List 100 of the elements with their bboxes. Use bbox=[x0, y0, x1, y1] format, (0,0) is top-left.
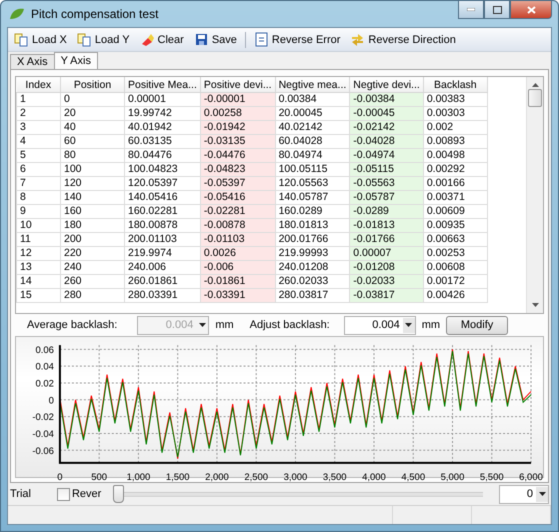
x-tick-label: 1,500 bbox=[166, 472, 190, 483]
table-cell: 0.00384 bbox=[275, 92, 350, 106]
table-cell: 100.04823 bbox=[124, 162, 200, 176]
table-cell: -0.0289 bbox=[350, 204, 424, 218]
caret-icon bbox=[198, 323, 206, 327]
tab[interactable]: Y Axis bbox=[54, 52, 98, 69]
toolbar-button[interactable]: Clear bbox=[138, 31, 186, 48]
table-cell: 6 bbox=[16, 162, 60, 176]
table-cell: 180.01813 bbox=[275, 218, 350, 232]
table-cell: 120.05563 bbox=[275, 176, 350, 190]
table-cell: 9 bbox=[16, 204, 60, 218]
table-cell: 0.00371 bbox=[423, 190, 488, 204]
slider[interactable] bbox=[113, 485, 483, 503]
toolbar-button[interactable]: Reverse Direction bbox=[348, 31, 458, 48]
tab[interactable]: X Axis bbox=[10, 54, 55, 69]
scrollbar[interactable] bbox=[526, 77, 543, 313]
table-cell: 19.99742 bbox=[124, 106, 200, 120]
table-cell: 260 bbox=[60, 274, 124, 288]
table-cell: 100 bbox=[60, 162, 124, 176]
x-tick-label: 4,000 bbox=[362, 472, 386, 483]
table-cell: 80 bbox=[60, 148, 124, 162]
checkbox[interactable] bbox=[56, 488, 70, 500]
column-header[interactable]: Negtive mea... bbox=[275, 77, 350, 92]
arrows-icon bbox=[350, 32, 366, 47]
table-cell: -0.05416 bbox=[200, 190, 276, 204]
table-cell: -0.05397 bbox=[200, 176, 276, 190]
table-cell: -0.01861 bbox=[200, 274, 276, 288]
table-cell: 180 bbox=[60, 218, 124, 232]
table-cell: -0.05115 bbox=[350, 162, 424, 176]
table-cell: -0.01208 bbox=[350, 260, 424, 274]
trial-spin-field[interactable]: 0 bbox=[499, 484, 549, 504]
maximize-button[interactable] bbox=[484, 1, 510, 19]
table-cell: 7 bbox=[16, 176, 60, 190]
column-header[interactable]: Negtive devi... bbox=[350, 77, 424, 92]
y-tick-label: -0.06 bbox=[32, 446, 54, 457]
toolbar-button[interactable]: Save bbox=[192, 31, 239, 48]
table-cell: 60 bbox=[60, 134, 124, 148]
table-cell: 0.00426 bbox=[423, 288, 488, 302]
table-cell: 0.00303 bbox=[423, 106, 488, 120]
scrollbar-thumb[interactable] bbox=[528, 89, 542, 107]
table-cell: 8 bbox=[16, 190, 60, 204]
adjust-backlash-field[interactable]: 0.004 bbox=[344, 316, 416, 334]
unit-label: mm bbox=[215, 319, 234, 331]
table-cell: 0.00609 bbox=[423, 204, 488, 218]
table-cell: -0.04974 bbox=[350, 148, 424, 162]
table-cell: 260.01861 bbox=[124, 274, 200, 288]
table-cell: 0.00608 bbox=[423, 260, 488, 274]
table-cell: 0.00893 bbox=[423, 134, 488, 148]
eraser-icon bbox=[140, 32, 155, 47]
column-header[interactable]: Positive devi... bbox=[200, 77, 276, 92]
window-title: Pitch compensation test bbox=[31, 7, 160, 21]
minimize-icon bbox=[467, 8, 475, 11]
checkbox-label: Rever bbox=[72, 488, 102, 500]
modify-button[interactable]: Modify bbox=[446, 316, 508, 334]
table-cell: -0.05787 bbox=[350, 190, 424, 204]
toolbar-button[interactable]: Reverse Error bbox=[252, 31, 342, 48]
table-cell: 219.99993 bbox=[275, 246, 350, 260]
x-tick-label: 5,500 bbox=[480, 472, 504, 483]
trial-label: Trial bbox=[10, 488, 31, 500]
table-cell: 3 bbox=[16, 120, 60, 134]
y-tick-label: -0.02 bbox=[32, 412, 54, 424]
table-cell: 40.02142 bbox=[275, 120, 350, 134]
table-cell: 240.006 bbox=[124, 260, 200, 274]
table-cell: 140 bbox=[60, 190, 124, 204]
close-icon bbox=[526, 6, 536, 14]
toolbar-button[interactable]: Load X bbox=[12, 31, 69, 48]
table-cell: 140.05787 bbox=[275, 190, 350, 204]
y-tick-label: 0.06 bbox=[36, 344, 54, 356]
table-cell: 14 bbox=[16, 274, 60, 288]
x-tick-label: 500 bbox=[91, 472, 108, 483]
caret-icon bbox=[538, 492, 546, 496]
table-cell: 20.00045 bbox=[275, 106, 350, 120]
column-header[interactable]: Index bbox=[16, 77, 60, 92]
close-button[interactable] bbox=[510, 1, 552, 19]
slider-thumb[interactable] bbox=[113, 485, 124, 503]
field-label: Average backlash: bbox=[27, 319, 118, 331]
table-cell: -0.03391 bbox=[200, 288, 276, 302]
y-tick-label: -0.04 bbox=[32, 428, 54, 440]
table-cell: -0.006 bbox=[200, 260, 276, 274]
unit-label: mm bbox=[422, 319, 440, 331]
table-cell: 0.002 bbox=[423, 120, 488, 134]
toolbar-button[interactable]: Load Y bbox=[74, 31, 132, 48]
table-cell: 20 bbox=[60, 106, 124, 120]
x-tick-label: 3,000 bbox=[284, 472, 308, 483]
table-cell: 1 bbox=[16, 92, 60, 106]
table-cell: 10 bbox=[16, 218, 60, 232]
table-cell: 0.00292 bbox=[423, 162, 488, 176]
table-cell: 200.01766 bbox=[275, 232, 350, 246]
table-cell: -0.02142 bbox=[350, 120, 424, 134]
table-cell: 100.05115 bbox=[275, 162, 350, 176]
document-icon bbox=[254, 32, 269, 47]
x-tick-label: 1,000 bbox=[126, 472, 150, 483]
x-tick-label: 6,000 bbox=[519, 472, 543, 483]
column-header[interactable]: Position bbox=[60, 77, 124, 92]
table-cell: 200.01103 bbox=[124, 232, 200, 246]
minimize-button[interactable] bbox=[458, 1, 484, 19]
column-header[interactable]: Backlash bbox=[423, 77, 488, 92]
table-cell: -0.03817 bbox=[350, 288, 424, 302]
column-header[interactable]: Positive Mea... bbox=[124, 77, 200, 92]
table-cell: 280 bbox=[60, 288, 124, 302]
